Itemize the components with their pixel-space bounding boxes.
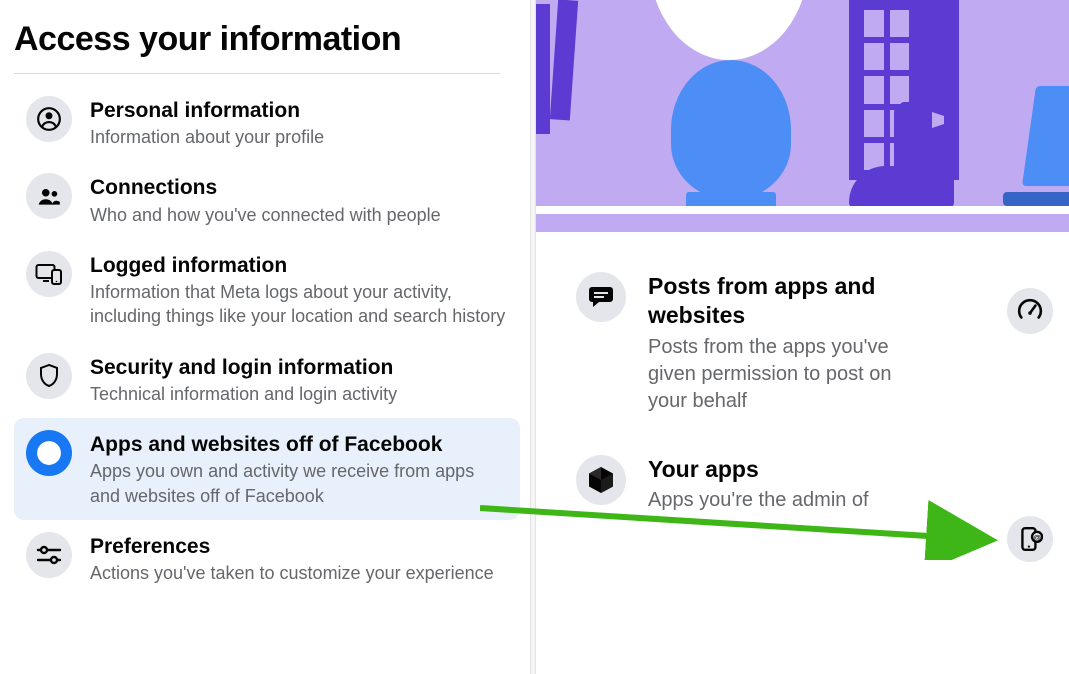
svg-text:@: @ <box>1033 533 1040 542</box>
card-desc: Posts from the apps you've given permiss… <box>648 334 928 415</box>
card-title: Posts from apps and websites <box>648 272 928 330</box>
sidebar-item-label: Connections <box>90 175 508 200</box>
sidebar-item-desc: Information about your profile <box>90 125 508 149</box>
sidebar-item-label: Personal information <box>90 98 508 123</box>
hero-illustration <box>536 0 1069 232</box>
cube-icon <box>576 455 626 505</box>
sidebar-item-logged-information[interactable]: Logged information Information that Meta… <box>14 239 520 341</box>
comment-icon <box>576 272 626 322</box>
card-your-apps[interactable]: Your apps Apps you're the admin of <box>576 455 1059 515</box>
sidebar-item-desc: Apps you own and activity we receive fro… <box>90 459 508 508</box>
sidebar-item-preferences[interactable]: Preferences Actions you've taken to cust… <box>14 520 520 597</box>
phone-at-button[interactable]: @ <box>1007 516 1053 562</box>
content-area: Posts from apps and websites Posts from … <box>536 0 1069 674</box>
devices-icon <box>26 251 72 297</box>
card-desc: Apps you're the admin of <box>648 487 928 514</box>
profile-icon <box>26 96 72 142</box>
shield-icon <box>26 353 72 399</box>
card-posts-from-apps[interactable]: Posts from apps and websites Posts from … <box>576 272 1059 415</box>
sidebar-item-desc: Information that Meta logs about your ac… <box>90 280 508 329</box>
sidebar-item-label: Preferences <box>90 534 508 559</box>
sidebar-item-connections[interactable]: Connections Who and how you've connected… <box>14 161 520 238</box>
people-icon <box>26 173 72 219</box>
sidebar-item-apps-websites[interactable]: Apps and websites off of Facebook Apps y… <box>14 418 520 520</box>
sidebar-item-desc: Technical information and login activity <box>90 382 508 406</box>
sidebar-item-desc: Actions you've taken to customize your e… <box>90 561 508 585</box>
page-title: Access your information <box>14 20 500 74</box>
sidebar-item-label: Security and login information <box>90 355 508 380</box>
sidebar-item-security-login[interactable]: Security and login information Technical… <box>14 341 520 418</box>
sliders-icon <box>26 532 72 578</box>
sidebar: Access your information Personal informa… <box>0 0 530 674</box>
speedometer-button[interactable] <box>1007 288 1053 334</box>
card-title: Your apps <box>648 455 928 484</box>
sidebar-item-personal-information[interactable]: Personal information Information about y… <box>14 84 520 161</box>
sidebar-item-desc: Who and how you've connected with people <box>90 203 508 227</box>
sidebar-item-label: Logged information <box>90 253 508 278</box>
sidebar-item-label: Apps and websites off of Facebook <box>90 432 508 457</box>
nav-list: Personal information Information about y… <box>14 84 520 598</box>
globe-icon <box>26 430 72 476</box>
